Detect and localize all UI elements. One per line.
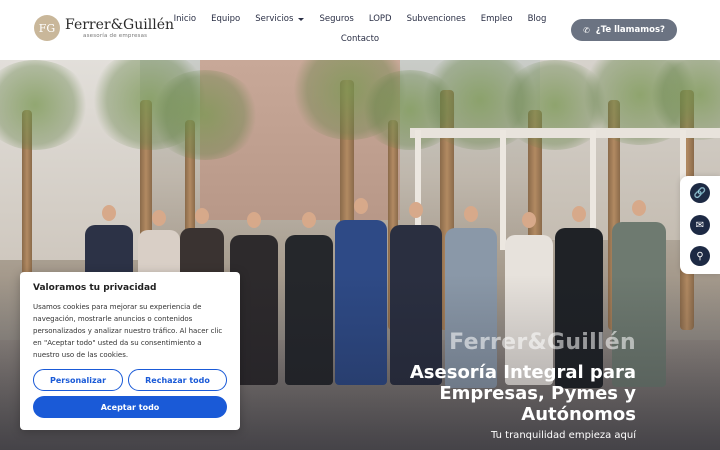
- hero-tagline: Tu tranquilidad empieza aquí: [491, 430, 636, 441]
- logo-mark: FG: [34, 15, 60, 41]
- cookie-consent-panel: Valoramos tu privacidad Usamos cookies p…: [20, 272, 240, 430]
- nav-item-servicios[interactable]: Servicios: [255, 14, 305, 24]
- nav-item-inicio[interactable]: Inicio: [174, 14, 197, 24]
- call-me-label: ¿Te llamamos?: [595, 25, 665, 35]
- logo-name: Ferrer&Guillén: [65, 17, 174, 33]
- phone-icon: ✆: [583, 25, 590, 35]
- nav-item-equipo[interactable]: Equipo: [211, 14, 240, 24]
- mail-icon[interactable]: ✉: [690, 215, 710, 235]
- reject-all-button[interactable]: Rechazar todo: [128, 369, 227, 391]
- nav-item-lopd[interactable]: LOPD: [369, 14, 392, 24]
- nav-item-servicios-label: Servicios: [255, 14, 294, 24]
- cookie-text: Usamos cookies para mejorar su experienc…: [33, 303, 223, 359]
- nav-item-contacto[interactable]: Contacto: [341, 34, 379, 44]
- nav-item-seguros[interactable]: Seguros: [319, 14, 353, 24]
- nav-item-subvenciones[interactable]: Subvenciones: [407, 14, 466, 24]
- accept-all-button[interactable]: Aceptar todo: [33, 396, 227, 418]
- logo-subtitle: asesoría de empresas: [83, 33, 148, 39]
- search-icon[interactable]: ⚲: [690, 246, 710, 266]
- hero-brand: Ferrer&Guillén: [449, 330, 636, 355]
- call-me-button[interactable]: ✆ ¿Te llamamos?: [571, 19, 677, 41]
- logo[interactable]: FG Ferrer&Guillén asesoría de empresas: [34, 15, 174, 41]
- floating-contact-bar: 🔗 ✉ ⚲: [680, 176, 720, 274]
- cookie-title: Valoramos tu privacidad: [33, 283, 157, 293]
- nav-item-empleo[interactable]: Empleo: [481, 14, 513, 24]
- nav-item-blog[interactable]: Blog: [528, 14, 547, 24]
- chevron-down-icon: [298, 17, 305, 21]
- site-header: FG Ferrer&Guillén asesoría de empresas I…: [0, 0, 720, 60]
- hero-headline: Asesoría Integral para Empresas, Pymes y…: [409, 362, 636, 425]
- main-nav: Inicio Equipo Servicios Seguros LOPD Sub…: [174, 9, 547, 49]
- link-icon[interactable]: 🔗: [690, 183, 710, 203]
- customize-cookies-button[interactable]: Personalizar: [33, 369, 123, 391]
